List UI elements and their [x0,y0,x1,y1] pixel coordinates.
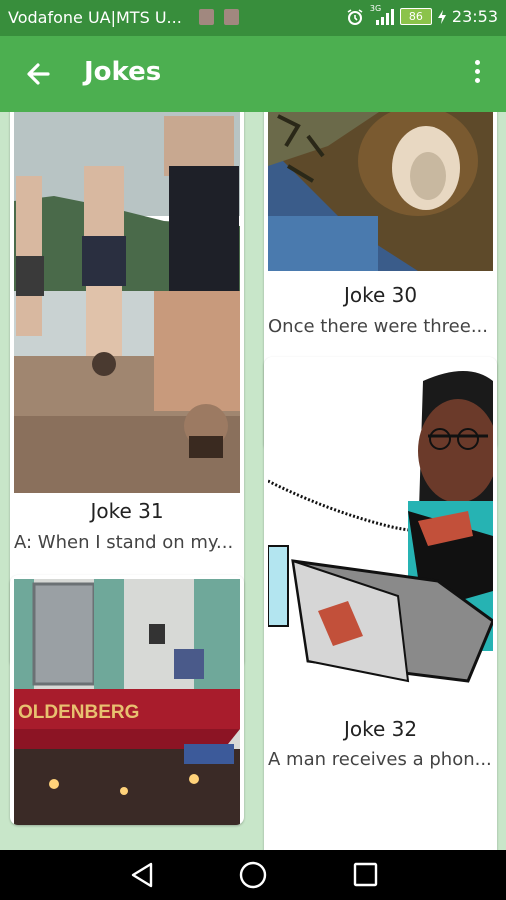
square-recents-icon [353,862,378,887]
storefront-sign-text: OLDENBERG [18,702,139,723]
nav-home-button[interactable] [235,859,271,891]
joke-title: Joke 32 [343,717,418,741]
page-title: Jokes [84,57,162,87]
triangle-back-icon [131,862,153,888]
joke-preview: A: When I stand on my... [14,532,234,553]
signal-icon: 3G [370,4,394,26]
circle-home-icon [239,861,267,889]
notification-icon [224,9,239,25]
joke-image-headstand [14,112,240,493]
arrow-back-icon [27,63,50,85]
app-bar: Jokes [0,36,506,112]
joke-preview: A man receives a phon... [268,749,492,770]
charging-icon [437,9,446,24]
joke-title: Joke 30 [343,283,418,307]
carrier-label: Vodafone UA|MTS U... [8,8,182,27]
notification-icon [199,9,214,25]
nav-back-button[interactable] [124,859,160,891]
joke-title: Joke 31 [90,499,164,523]
status-indicators: 3G 86 23:53 [346,4,498,26]
battery-icon: 86 [399,8,432,25]
more-vert-icon [474,60,480,65]
nav-recents-button[interactable] [347,859,383,891]
more-options-button[interactable] [470,56,484,92]
clock: 23:53 [451,7,498,26]
status-bar: Vodafone UA|MTS U... 3G 86 23:53 [0,0,506,36]
joke-image-turtle [268,112,493,271]
back-button[interactable] [22,58,58,90]
jokes-grid: Joke 31 A: When I stand on my... Joke 30… [0,112,506,850]
joke-image-storefront: OLDENBERG [14,579,240,825]
joke-card-32[interactable]: Joke 32 A man receives a phon... [264,357,497,850]
joke-preview: Once there were three... [268,316,488,337]
navigation-bar [0,850,506,900]
joke-card-33[interactable]: OLDENBERG [10,575,244,825]
alarm-icon [347,8,363,25]
joke-image-phone-man [268,361,493,696]
